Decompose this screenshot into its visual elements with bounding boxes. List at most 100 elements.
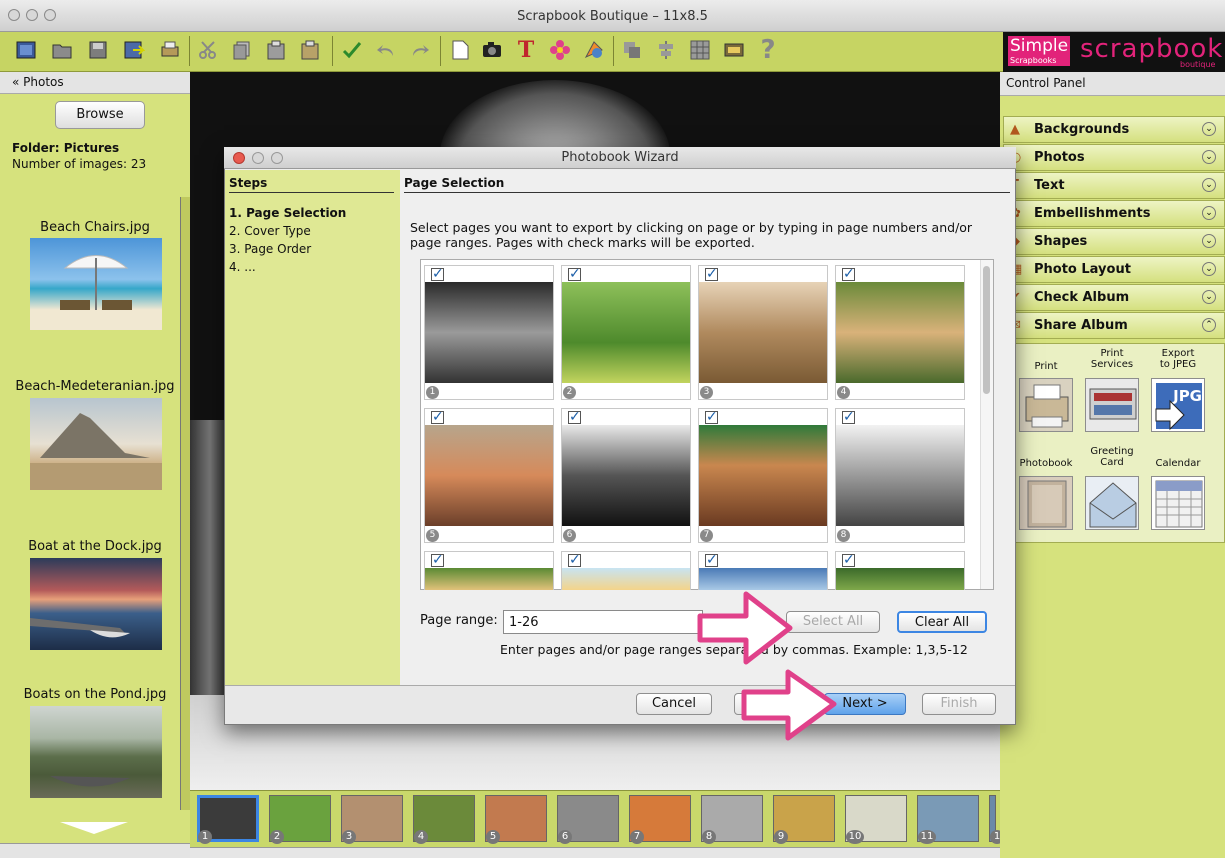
- page-thumbnail-image: [836, 425, 964, 526]
- dialog-zoom-button[interactable]: [271, 152, 283, 164]
- page-checkbox[interactable]: ✓: [431, 553, 444, 567]
- chevron-up-icon[interactable]: ⌃: [1202, 318, 1216, 332]
- photo-thumbnail-boat-dock[interactable]: [30, 558, 162, 650]
- chevron-down-icon[interactable]: ⌄: [1202, 262, 1216, 276]
- toolbar-divider: [613, 36, 614, 66]
- page-checkbox[interactable]: ✓: [568, 267, 581, 281]
- page-number-badge: 7: [700, 529, 713, 542]
- page-range-label: Page range:: [420, 613, 498, 628]
- panel-section-share-album[interactable]: ✉Share Album⌃: [1003, 312, 1225, 339]
- dialog-close-button[interactable]: [233, 152, 245, 164]
- chevron-down-icon[interactable]: ⌄: [1202, 122, 1216, 136]
- step-item: 4. ...: [229, 260, 256, 274]
- panel-section-embellishments[interactable]: ✿Embellishments⌄: [1003, 200, 1225, 227]
- photo-thumbnail-beach-mediterranean[interactable]: [30, 398, 162, 490]
- page-number-badge: 4: [837, 386, 850, 399]
- panel-section-check-album[interactable]: ✔Check Album⌄: [1003, 284, 1225, 311]
- bring-front-icon[interactable]: [618, 36, 646, 64]
- page-checkbox[interactable]: ✓: [842, 553, 855, 567]
- chevron-down-icon[interactable]: ⌄: [1202, 206, 1216, 220]
- share-label: Photobook: [1019, 458, 1073, 469]
- toolbar-divider: [440, 36, 441, 66]
- calendar-icon[interactable]: [1151, 476, 1205, 530]
- page-checkbox[interactable]: ✓: [842, 410, 855, 424]
- dialog-minimize-button[interactable]: [252, 152, 264, 164]
- open-icon[interactable]: [48, 36, 76, 64]
- copy-icon[interactable]: [228, 36, 256, 64]
- filmstrip-page-number: 7: [630, 830, 644, 844]
- filmstrip-page-number: 4: [414, 830, 428, 844]
- page-checkbox[interactable]: ✓: [431, 267, 444, 281]
- paste-special-icon[interactable]: [296, 36, 324, 64]
- browse-button[interactable]: Browse: [55, 101, 145, 129]
- page-number-badge: 3: [700, 386, 713, 399]
- filmstrip-page-number: 11: [918, 830, 936, 844]
- panel-section-photo-layout[interactable]: ▦ Photo Layout ⌄: [1003, 256, 1225, 283]
- shape-icon[interactable]: [580, 36, 608, 64]
- page-range-input[interactable]: [503, 610, 703, 634]
- blank-page-icon[interactable]: [446, 36, 474, 64]
- cut-icon[interactable]: [194, 36, 222, 64]
- spellcheck-icon[interactable]: [338, 36, 366, 64]
- filmstrip-scrollbar[interactable]: [190, 847, 1000, 858]
- align-icon[interactable]: [652, 36, 680, 64]
- grid-icon[interactable]: [686, 36, 714, 64]
- photo-label: Boats on the Pond.jpg: [23, 687, 167, 702]
- panel-section-label: Text: [1034, 178, 1065, 193]
- page-number-badge: 2: [563, 386, 576, 399]
- printer-icon[interactable]: [1019, 378, 1073, 432]
- page-checkbox[interactable]: ✓: [705, 267, 718, 281]
- select-all-button[interactable]: Select All: [786, 611, 880, 633]
- panel-section-backgrounds[interactable]: ▲ Backgrounds ⌄: [1003, 116, 1225, 143]
- page-checkbox[interactable]: ✓: [705, 410, 718, 424]
- text-tool-icon[interactable]: T: [512, 36, 540, 64]
- camera-icon[interactable]: [478, 36, 506, 64]
- paste-icon[interactable]: [262, 36, 290, 64]
- slideshow-icon[interactable]: [720, 36, 748, 64]
- greeting-card-icon[interactable]: [1085, 476, 1139, 530]
- toolbar-divider: [332, 36, 333, 66]
- export-icon[interactable]: [120, 36, 148, 64]
- page-thumbnail-image: [425, 425, 553, 526]
- scroll-down-arrow-icon[interactable]: [60, 822, 128, 834]
- panel-section-text[interactable]: TText⌄: [1003, 172, 1225, 199]
- filmstrip-page-number: 5: [486, 830, 500, 844]
- redo-icon[interactable]: [406, 36, 434, 64]
- photos-panel-header[interactable]: « Photos: [0, 72, 190, 94]
- clear-all-button[interactable]: Clear All: [897, 611, 987, 633]
- photos-scrollbar[interactable]: [180, 197, 190, 810]
- page-checkbox[interactable]: ✓: [842, 267, 855, 281]
- page-thumbnail-image: [425, 282, 553, 383]
- callout-arrow-icon: [741, 669, 837, 741]
- panel-section-label: Share Album: [1034, 318, 1128, 333]
- flower-icon[interactable]: [546, 36, 574, 64]
- image-count: Number of images: 23: [12, 157, 147, 171]
- page-checkbox[interactable]: ✓: [568, 553, 581, 567]
- cancel-button[interactable]: Cancel: [636, 693, 712, 715]
- page-checkbox[interactable]: ✓: [431, 410, 444, 424]
- chevron-down-icon[interactable]: ⌄: [1202, 234, 1216, 248]
- chevron-down-icon[interactable]: ⌄: [1202, 178, 1216, 192]
- chevron-down-icon[interactable]: ⌄: [1202, 290, 1216, 304]
- chevron-down-icon[interactable]: ⌄: [1202, 150, 1216, 164]
- page-thumbnail-image: [699, 425, 827, 526]
- panel-section-label: Backgrounds: [1034, 122, 1130, 137]
- finish-button[interactable]: Finish: [922, 693, 996, 715]
- undo-icon[interactable]: [372, 36, 400, 64]
- print-services-icon[interactable]: [1085, 378, 1139, 432]
- page-checkbox[interactable]: ✓: [705, 553, 718, 567]
- panel-section-shapes[interactable]: ◆Shapes⌄: [1003, 228, 1225, 255]
- filmstrip-page-number: 3: [342, 830, 356, 844]
- export-jpeg-icon[interactable]: JPG: [1151, 378, 1205, 432]
- photo-thumbnail-boats-pond[interactable]: [30, 706, 162, 798]
- photobook-icon[interactable]: [1019, 476, 1073, 530]
- new-page-icon[interactable]: [12, 36, 40, 64]
- grid-scrollbar-thumb[interactable]: [983, 266, 990, 394]
- page-checkbox[interactable]: ✓: [568, 410, 581, 424]
- save-icon[interactable]: [84, 36, 112, 64]
- toolbar-divider: [189, 36, 190, 66]
- help-icon[interactable]: ?: [754, 35, 782, 65]
- photo-thumbnail-beach-chairs[interactable]: [30, 238, 162, 330]
- panel-section-photos[interactable]: ◐Photos⌄: [1003, 144, 1225, 171]
- print-icon[interactable]: [156, 36, 184, 64]
